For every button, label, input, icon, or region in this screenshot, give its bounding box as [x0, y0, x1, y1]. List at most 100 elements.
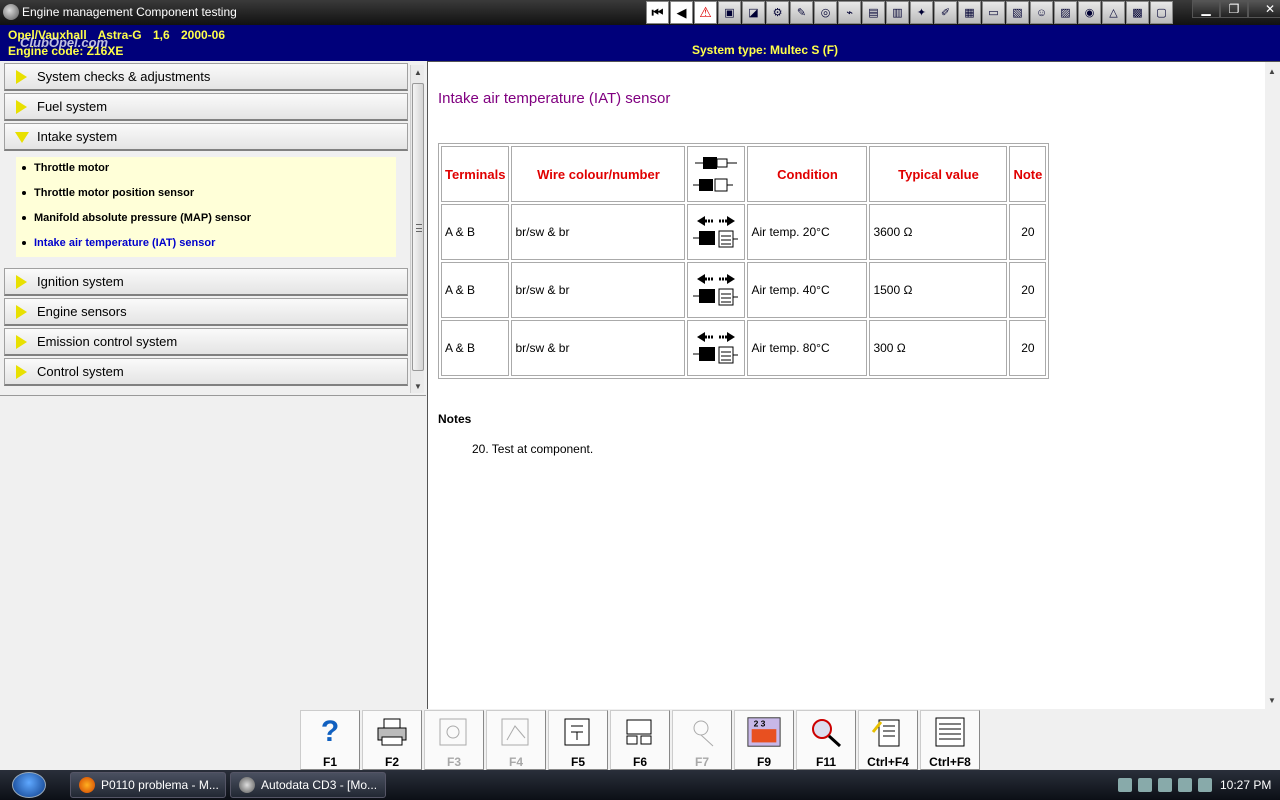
minimize-button[interactable]: ▁ [1192, 0, 1220, 18]
category-control-system[interactable]: Control system [4, 358, 408, 386]
firefox-icon [79, 777, 95, 793]
window-controls: ▁ ❐ ✕ [1192, 0, 1280, 20]
network-icon[interactable] [1118, 778, 1132, 792]
ctrl-f8-list-button[interactable]: Ctrl+F8 [920, 710, 980, 770]
subitem-throttle-position-sensor[interactable]: Throttle motor position sensor [20, 182, 194, 204]
tool-7-icon[interactable]: ▤ [862, 1, 885, 24]
taskbar-item-browser[interactable]: P0110 problema - M... [70, 772, 226, 798]
tool-18-icon[interactable]: ▩ [1126, 1, 1149, 24]
tool-13-icon[interactable]: ▧ [1006, 1, 1029, 24]
cell-connector [687, 204, 746, 260]
category-fuel-system[interactable]: Fuel system [4, 93, 408, 121]
tool-3-icon[interactable]: ⚙ [766, 1, 789, 24]
vehicle-header: Opel/Vauxhall Astra-G 1,6 2000-06 Engine… [0, 25, 1280, 61]
tool-4-icon[interactable]: ✎ [790, 1, 813, 24]
volume-icon[interactable] [1138, 778, 1152, 792]
maximize-button[interactable]: ❐ [1220, 0, 1248, 18]
table-row: A & B br/sw & br Air temp. 80°C 300 Ω 20 [441, 320, 1047, 376]
subitem-iat-sensor[interactable]: Intake air temperature (IAT) sensor [20, 232, 215, 254]
tool-10-icon[interactable]: ✐ [934, 1, 957, 24]
tray-icon-3[interactable] [1198, 778, 1212, 792]
f11-search-button[interactable]: F11 [796, 710, 856, 770]
scroll-down-icon[interactable]: ▼ [411, 379, 425, 393]
cell-terminals: A & B [441, 320, 510, 376]
page-title: Intake air temperature (IAT) sensor [438, 90, 671, 107]
subitem-map-sensor[interactable]: Manifold absolute pressure (MAP) sensor [20, 207, 251, 229]
ohmmeter-connector-icon [693, 331, 739, 363]
header-typical-value: Typical value [869, 146, 1008, 202]
ohmmeter-connector-icon [693, 273, 739, 305]
header-terminals: Terminals [441, 146, 510, 202]
navigation-scrollbar[interactable]: ▲ ▼ [410, 65, 424, 393]
category-system-checks[interactable]: System checks & adjustments [4, 63, 408, 91]
fkey-label: F11 [815, 755, 836, 769]
tool-6-icon[interactable]: ⌁ [838, 1, 861, 24]
scroll-up-icon[interactable]: ▲ [411, 65, 425, 79]
toolbar: ⏮ ◀ ⚠ ▣ ◪ ⚙ ✎ ◎ ⌁ ▤ ▥ ✦ ✐ ▦ ▭ ▧ ☺ ▨ ◉ △ … [646, 0, 1173, 25]
subitem-throttle-motor[interactable]: Throttle motor [20, 157, 109, 179]
tool-11-icon[interactable]: ▦ [958, 1, 981, 24]
f2-print-button[interactable]: F2 [362, 710, 422, 770]
scroll-up-icon[interactable]: ▲ [1265, 64, 1279, 78]
f7-button[interactable]: F7 [672, 710, 732, 770]
content-scrollbar[interactable]: ▲ ▼ [1265, 62, 1280, 709]
category-ignition-system[interactable]: Ignition system [4, 268, 408, 296]
arrow-down-icon [15, 130, 29, 144]
tool-1-icon[interactable]: ▣ [718, 1, 741, 24]
category-label: Control system [37, 364, 124, 379]
component-icon [560, 715, 596, 749]
tool-14-icon[interactable]: ☺ [1030, 1, 1053, 24]
arrow-right-icon [15, 274, 29, 289]
tray-icon-2[interactable] [1178, 778, 1192, 792]
scrollbar-thumb[interactable] [412, 83, 424, 371]
f1-help-button[interactable]: ? F1 [300, 710, 360, 770]
f6-button[interactable]: F6 [610, 710, 670, 770]
scroll-down-icon[interactable]: ▼ [1265, 693, 1279, 707]
arrow-right-icon [15, 69, 29, 84]
cell-note[interactable]: 20 [1009, 320, 1047, 376]
tool-8-icon[interactable]: ▥ [886, 1, 909, 24]
close-button[interactable]: ✕ [1248, 0, 1280, 18]
function-key-bar: ? F1 F2 F3 F4 F5 F6 F7 2 3 F9 F11 Ctrl+F… [0, 709, 1280, 770]
tool-9-icon[interactable]: ✦ [910, 1, 933, 24]
tray-icon[interactable] [1158, 778, 1172, 792]
autodata-icon [239, 777, 255, 793]
category-engine-sensors[interactable]: Engine sensors [4, 298, 408, 326]
tool-17-icon[interactable]: △ [1102, 1, 1125, 24]
ctrl-f4-notes-button[interactable]: Ctrl+F4 [858, 710, 918, 770]
cell-note[interactable]: 20 [1009, 262, 1047, 318]
tool-5-icon[interactable]: ◎ [814, 1, 837, 24]
tool-15-icon[interactable]: ▨ [1054, 1, 1077, 24]
clock[interactable]: 10:27 PM [1220, 778, 1271, 792]
first-page-icon[interactable]: ⏮ [646, 1, 669, 24]
category-label: Emission control system [37, 334, 178, 349]
vehicle-year: 2000-06 [180, 28, 226, 42]
previous-page-icon[interactable]: ◀ [670, 1, 693, 24]
category-intake-system[interactable]: Intake system [4, 123, 408, 151]
category-label: Fuel system [37, 99, 108, 114]
fkey-label: F5 [570, 755, 585, 769]
tool-12-icon[interactable]: ▭ [982, 1, 1005, 24]
f9-fault-codes-button[interactable]: 2 3 F9 [734, 710, 794, 770]
task-label: Autodata CD3 - [Mo... [261, 778, 378, 792]
cell-terminals: A & B [441, 204, 510, 260]
warning-icon[interactable]: ⚠ [694, 1, 717, 24]
tool-16-icon[interactable]: ◉ [1078, 1, 1101, 24]
watermark: ClubOpel.com [20, 35, 109, 50]
app-icon [3, 4, 19, 20]
f4-button[interactable]: F4 [486, 710, 546, 770]
tool-2-icon[interactable]: ◪ [742, 1, 765, 24]
table-row: A & B br/sw & br Air temp. 20°C 3600 Ω 2… [441, 204, 1047, 260]
cell-note[interactable]: 20 [1009, 204, 1047, 260]
f5-button[interactable]: F5 [548, 710, 608, 770]
start-button[interactable] [12, 772, 46, 798]
taskbar-item-autodata[interactable]: Autodata CD3 - [Mo... [230, 772, 386, 798]
system-type: System type: Multec S (F) [692, 43, 839, 57]
tool-19-icon[interactable]: ▢ [1150, 1, 1173, 24]
f3-button[interactable]: F3 [424, 710, 484, 770]
category-emission-control[interactable]: Emission control system [4, 328, 408, 356]
title-bar: Engine management Component testing ⏮ ◀ … [0, 0, 1280, 25]
bullet-icon [22, 216, 26, 220]
fkey-label: Ctrl+F8 [929, 755, 971, 769]
arrow-right-icon [15, 304, 29, 319]
